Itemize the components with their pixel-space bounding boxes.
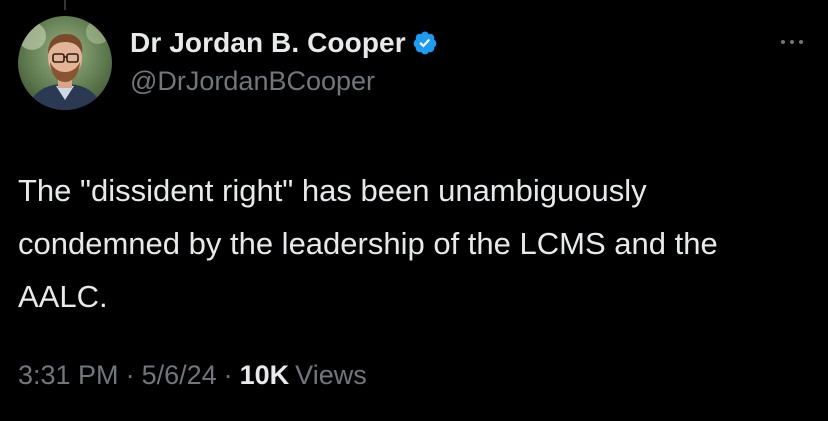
author-name-row: Dr Jordan B. Cooper: [130, 26, 438, 60]
meta-separator: ·: [125, 360, 135, 390]
tweet-metadata: 3:31 PM · 5/6/24 · 10K Views: [18, 360, 367, 391]
verified-badge-icon[interactable]: [412, 30, 438, 56]
avatar[interactable]: [18, 16, 112, 110]
tweet-text: The "dissident right" has been unambiguo…: [18, 173, 718, 314]
more-dot: [799, 40, 803, 44]
thread-connector-line: [64, 0, 66, 10]
avatar-photo: [18, 16, 112, 110]
views-count[interactable]: 10K: [240, 360, 290, 391]
tweet-date[interactable]: 5/6/24: [142, 360, 217, 391]
meta-separator: ·: [223, 360, 233, 390]
tweet-time[interactable]: 3:31 PM: [18, 360, 119, 391]
tweet-author: Dr Jordan B. Cooper @DrJordanBCooper: [130, 26, 438, 97]
more-dot: [790, 40, 794, 44]
author-handle[interactable]: @DrJordanBCooper: [130, 66, 438, 97]
views-label[interactable]: Views: [295, 360, 367, 391]
author-display-name[interactable]: Dr Jordan B. Cooper: [130, 27, 406, 59]
more-options-icon[interactable]: [772, 30, 812, 54]
more-dot: [781, 40, 785, 44]
